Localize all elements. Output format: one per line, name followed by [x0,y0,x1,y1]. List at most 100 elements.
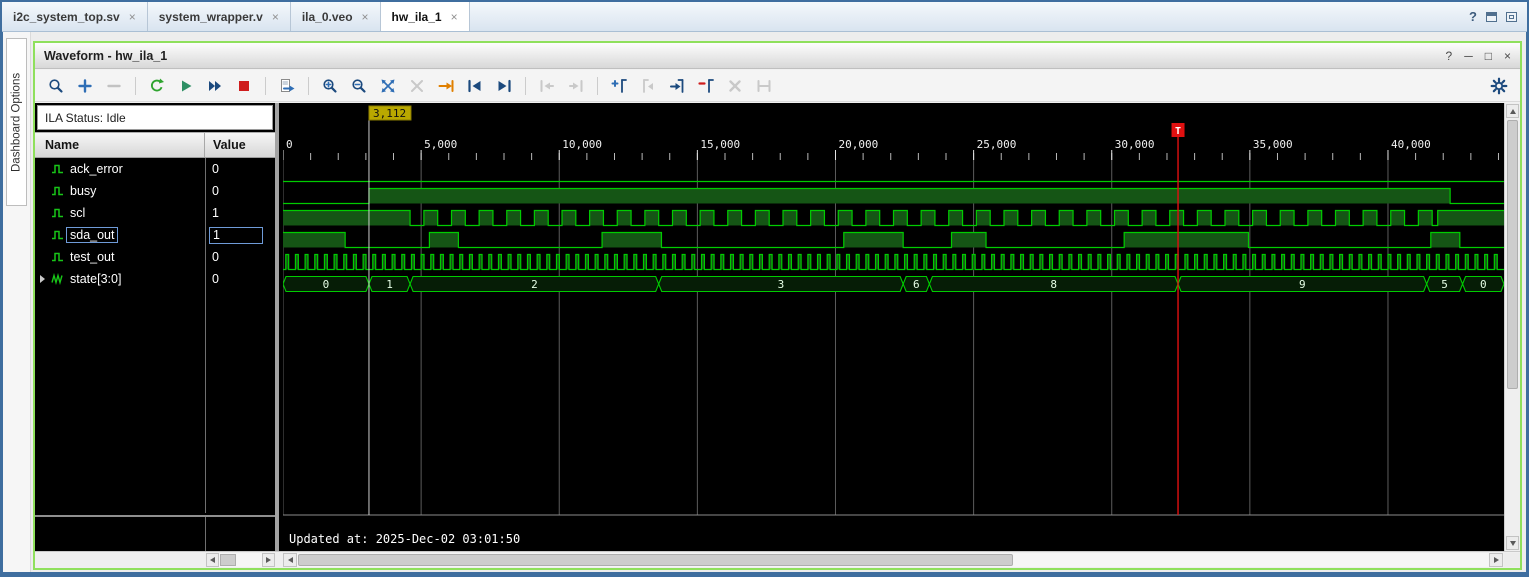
toolbar-right [1486,74,1512,98]
signal-name-cell: busy [35,184,205,198]
signal-tree: ack_error0busy0scl1sda_out1test_out0stat… [35,158,275,513]
add-marker-button[interactable] [606,74,632,98]
tab-close-icon[interactable]: × [451,10,458,24]
window-help-icon[interactable]: ? [1446,49,1453,63]
tab-close-icon[interactable]: × [362,10,369,24]
maximize-window-icon[interactable] [1506,12,1517,22]
go-to-end-button[interactable] [491,74,517,98]
go-to-trigger-button[interactable] [433,74,459,98]
value-column-header[interactable]: Value [205,133,275,157]
help-icon[interactable]: ? [1469,9,1477,24]
names-scroll-thumb[interactable] [220,554,236,566]
editor-tab-hw_ila_1[interactable]: hw_ila_1× [381,2,470,31]
zoom-select-button[interactable] [43,74,69,98]
export-ila-data-button[interactable] [274,74,300,98]
ila-status-box[interactable]: ILA Status: Idle [37,105,273,130]
wave-horizontal-scrollbar[interactable] [283,553,1503,567]
tab-close-icon[interactable]: × [129,10,136,24]
scroll-down-button[interactable] [1506,536,1519,550]
right-arrow-icon [266,557,271,563]
remove-marker-button[interactable] [693,74,719,98]
signal-name[interactable]: busy [70,184,96,198]
go-to-start-button[interactable] [462,74,488,98]
expander-icon[interactable] [40,275,51,283]
editor-tab-ila_0.veo[interactable]: ila_0.veo× [291,2,381,31]
add-probe-button[interactable] [72,74,98,98]
window-float-icon[interactable]: □ [1485,49,1492,63]
signal-name[interactable]: sda_out [66,227,118,243]
names-scroll-right-button[interactable] [262,553,275,567]
svg-text:5: 5 [1441,278,1448,291]
names-horizontal-scrollbar[interactable] [206,553,275,567]
dashboard-options-tab[interactable]: Dashboard Options [6,38,27,206]
wave-test_out [283,255,1504,270]
signal-value-cell[interactable]: 0 [205,184,275,198]
wave-scroll-thumb[interactable] [298,554,1013,566]
toolbar-separator [525,77,526,95]
bit-signal-icon [51,229,64,241]
names-scroll-left-button[interactable] [206,553,219,567]
signal-names-pane: ILA Status: Idle Name Value ack_error0bu… [35,103,279,551]
tab-label: system_wrapper.v [159,10,263,24]
svg-text:3: 3 [778,278,785,291]
signal-row-ack_error[interactable]: ack_error 0 [35,158,275,180]
waveform-toolbar [35,70,1520,102]
zoom-out-button[interactable] [346,74,372,98]
window-close-icon[interactable]: × [1504,49,1511,63]
waveform-settings-button[interactable] [1486,74,1512,98]
svg-text:10,000: 10,000 [562,138,602,151]
bit-signal-icon [51,185,64,197]
tab-close-icon[interactable]: × [272,10,279,24]
svg-text:15,000: 15,000 [700,138,740,151]
signal-name-cell: ack_error [35,162,205,176]
signal-value-cell[interactable]: 1 [205,206,275,220]
vertical-scroll-thumb[interactable] [1507,120,1518,389]
run-trigger-button[interactable] [173,74,199,98]
name-column-header[interactable]: Name [35,133,205,157]
names-scroll-track[interactable] [219,553,262,567]
signal-name-cell: test_out [35,250,205,264]
waveform-titlebar[interactable]: Waveform - hw_ila_1 ? ─ □ × [35,43,1520,69]
previous-marker-button [635,74,661,98]
wave-scroll-track[interactable] [297,553,1489,567]
editor-tab-i2c_system_top.sv[interactable]: i2c_system_top.sv× [2,2,148,31]
float-window-icon[interactable] [1486,12,1497,22]
zoom-fit-button[interactable] [375,74,401,98]
signal-name-cell: scl [35,206,205,220]
window-controls: ? ─ □ × [1446,49,1511,63]
signal-row-state[3:0][interactable]: state[3:0] 0 [35,268,275,290]
signal-value-cell[interactable]: 0 [205,162,275,176]
signal-table-header: Name Value [35,132,275,158]
stop-trigger-button[interactable] [231,74,257,98]
next-marker-button[interactable] [664,74,690,98]
signal-name[interactable]: ack_error [70,162,123,176]
cursor-marker[interactable]: 3,112 [369,106,411,515]
signal-value-cell[interactable]: 0 [205,272,275,286]
signal-name[interactable]: state[3:0] [70,272,121,286]
left-rail: Dashboard Options [3,32,31,572]
run-immediate-trigger-button[interactable] [202,74,228,98]
editor-tab-system_wrapper.v[interactable]: system_wrapper.v × [148,2,291,31]
signal-name[interactable]: scl [70,206,85,220]
waveform-canvas[interactable]: 0123689503,112T05,00010,00015,00020,0002… [283,103,1504,551]
value-edit-box[interactable]: 1 [209,227,263,244]
down-arrow-icon [1510,541,1516,546]
waveform-svg[interactable]: 0123689503,112T05,00010,00015,00020,0002… [283,103,1504,551]
wave-scroll-left-button[interactable] [283,553,297,567]
signal-value-cell[interactable]: 1 [205,227,275,244]
window-minimize-icon[interactable]: ─ [1464,49,1473,63]
run-trigger-immediate-button[interactable] [144,74,170,98]
signal-value-cell[interactable]: 0 [205,250,275,264]
zoom-in-button[interactable] [317,74,343,98]
signal-row-test_out[interactable]: test_out 0 [35,246,275,268]
signal-name[interactable]: test_out [70,250,114,264]
snap-mode-button [404,74,430,98]
vertical-scrollbar[interactable] [1504,103,1520,551]
names-pane-footer [35,515,275,551]
signal-row-sda_out[interactable]: sda_out 1 [35,224,275,246]
name-header-label: Name [45,138,79,152]
signal-row-scl[interactable]: scl 1 [35,202,275,224]
wave-scroll-right-button[interactable] [1489,553,1503,567]
signal-row-busy[interactable]: busy 0 [35,180,275,202]
scroll-up-button[interactable] [1506,104,1519,118]
